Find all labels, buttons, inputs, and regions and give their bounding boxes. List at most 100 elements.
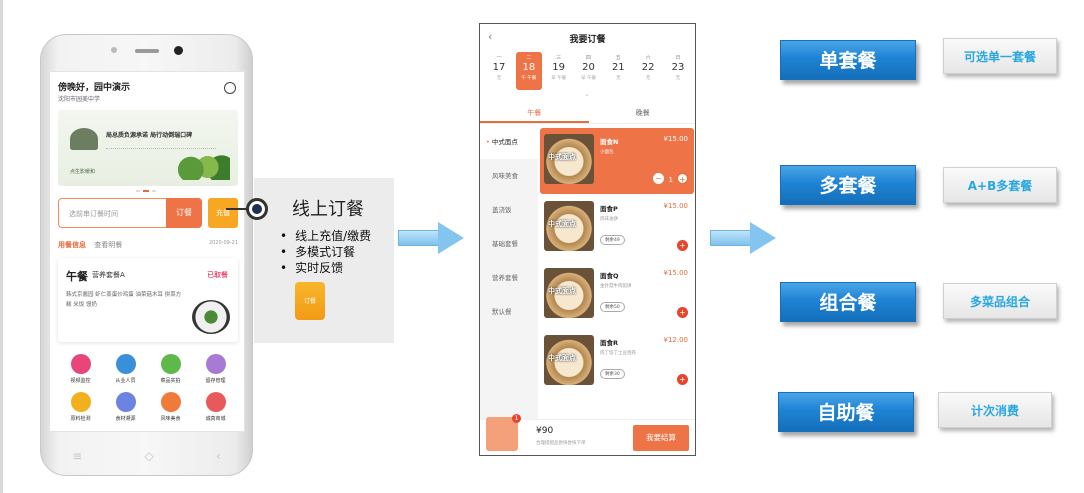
callout-bullets: 线上充值/缴费 多模式订餐 实时反馈 — [280, 228, 371, 276]
callout-bullet: 实时反馈 — [280, 260, 371, 276]
feature-label: 留存管理 — [205, 378, 226, 384]
package-combo-button: 组合餐 — [780, 282, 916, 322]
ingredient-test-icon — [70, 392, 91, 412]
food-item[interactable]: 中式面点 面食Q ¥15.00 金针菇牛肉馅饼 剩余50 + — [540, 262, 694, 328]
quantity: 1 — [668, 176, 673, 184]
feature-label: 原料检测 — [70, 416, 91, 422]
flow-arrow-icon — [710, 222, 778, 254]
food-name: 面食P — [600, 205, 618, 213]
package-single-button: 单套餐 — [780, 40, 916, 80]
feature-item[interactable]: 留存管理 — [193, 354, 238, 384]
meal-period: 午餐 — [66, 270, 88, 283]
meal-card[interactable]: 午餐 营养套餐A 已取餐 韩式京酱园 虾仁蒸蛋炒鸡蛋 油菜菇木耳 拼菜方糕 米饭… — [58, 258, 238, 342]
feature-item[interactable]: 从业人员 — [103, 354, 148, 384]
feature-item[interactable]: 菜品实拍 — [148, 354, 193, 384]
cart-note: 合理搭配品尝快尝快下单 — [536, 441, 586, 446]
school-name: 沈阳市园美中学 — [58, 96, 101, 103]
category-item[interactable]: 盖浇饭 — [480, 193, 538, 227]
feature-label: 从业人员 — [115, 378, 136, 384]
food-item[interactable]: 中式面点 面食P ¥15.00 风味油饼 剩余49 + — [540, 195, 694, 261]
greeting-text: 傍晚好，园中演示 — [58, 83, 131, 93]
date-item[interactable]: 六 22 无 — [635, 52, 661, 90]
feature-label: 菜品实拍 — [160, 378, 181, 384]
traceability-icon — [115, 392, 136, 412]
tab-view-meals[interactable]: 查看明餐 — [94, 241, 122, 249]
package-multi-button: 多套餐 — [780, 165, 916, 205]
food-desc: 风味油饼 — [600, 217, 618, 222]
menu-nav-icon[interactable]: ≡ — [72, 449, 82, 463]
order-time-placeholder: 选前串订餐时间 — [69, 210, 118, 218]
phone-navbar: ≡ ◇ ‹ — [41, 449, 252, 463]
checkout-button[interactable]: 我要结算 — [633, 425, 689, 451]
tab-dinner[interactable]: 晚餐 — [589, 104, 696, 123]
category-item[interactable]: 默认餐 — [480, 295, 538, 329]
plus-button[interactable]: + — [677, 240, 688, 251]
minus-button[interactable]: − — [653, 173, 664, 184]
package-combo-tag: 多菜品组合 — [943, 283, 1057, 319]
stock-badge: 剩余50 — [600, 302, 625, 312]
banner-pager — [136, 190, 156, 192]
package-buffet-button: 自助餐 — [778, 392, 914, 432]
cart-total: ¥90 — [536, 426, 554, 436]
tab-lunch[interactable]: 午餐 — [480, 104, 589, 123]
feature-label: 食材溯源 — [115, 416, 136, 422]
food-price: ¥15.00 — [663, 202, 689, 210]
date-item[interactable]: 五 21 无 — [605, 52, 631, 90]
food-image: 中式面点 — [544, 134, 594, 184]
food-image: 中式面点 — [544, 335, 594, 385]
feature-item[interactable]: 风味美食 — [148, 392, 193, 422]
recharge-button[interactable]: 充值 — [208, 198, 238, 228]
plus-button[interactable]: + — [677, 374, 688, 385]
category-item[interactable]: 风味美食 — [480, 159, 538, 193]
food-image: 中式面点 — [544, 268, 594, 318]
stock-badge: 剩余49 — [600, 235, 625, 245]
pager-dot — [152, 190, 156, 192]
date-item[interactable]: 四 20 早 午餐 — [575, 52, 601, 90]
date-item[interactable]: 日 23 无 — [665, 52, 691, 90]
callout-bullet: 线上充值/缴费 — [280, 228, 371, 244]
package-multi-tag: A+B多套餐 — [943, 167, 1057, 203]
feature-grid: 视频监控 从业人员 菜品实拍 留存管理 原料检测 食材溯源 风味美食 诚真商城 — [58, 354, 238, 422]
back-nav-icon[interactable]: ‹ — [216, 449, 221, 463]
date-item[interactable]: 一 17 无 — [486, 52, 512, 90]
pager-dot — [136, 190, 140, 192]
feature-item[interactable]: 诚真商城 — [193, 392, 238, 422]
banner-title: 局总质负源承诺 局行动倒瑞口碑 — [106, 132, 193, 139]
feature-item[interactable]: 食材溯源 — [103, 392, 148, 422]
meal-tabs: 午餐 晚餐 — [480, 104, 696, 124]
stock-badge: 剩余30 — [600, 369, 625, 379]
category-sidebar: 中式面点 风味美食 盖浇饭 基础套餐 营养套餐 默认餐 — [480, 125, 538, 421]
home-screen: 傍晚好，园中演示 沈阳市园美中学 局总质负源承诺 局行动倒瑞口碑 点生影暖和 选… — [49, 71, 245, 432]
category-item[interactable]: 基础套餐 — [480, 227, 538, 261]
food-desc: 金针菇牛肉馅饼 — [600, 284, 632, 289]
cart-icon[interactable] — [486, 414, 521, 451]
staff-icon — [115, 354, 136, 374]
feature-label: 诚真商城 — [205, 416, 226, 422]
feature-item[interactable]: 原料检测 — [58, 392, 103, 422]
video-monitor-icon — [70, 354, 91, 374]
category-item-active[interactable]: 中式面点 — [480, 125, 538, 159]
feature-label: 风味美食 — [160, 416, 181, 422]
phone-speaker — [135, 49, 159, 53]
tab-meal-info[interactable]: 用餐信息 — [58, 241, 86, 249]
plus-button[interactable]: + — [677, 173, 688, 184]
home-banner[interactable]: 局总质负源承诺 局行动倒瑞口碑 点生影暖和 — [58, 110, 238, 186]
local-food-icon — [160, 392, 181, 412]
callout-marker-icon — [246, 198, 268, 220]
profile-icon[interactable] — [224, 82, 236, 94]
date-item[interactable]: 三 19 早 午餐 — [546, 52, 572, 90]
flow-arrow-icon — [398, 222, 466, 254]
food-price: ¥15.00 — [663, 135, 689, 143]
chevron-down-icon[interactable]: ⌄ — [584, 90, 590, 98]
banner-logo-icon — [70, 128, 98, 150]
order-time-field[interactable]: 选前串订餐时间 订餐 — [58, 198, 202, 228]
home-nav-icon[interactable]: ◇ — [145, 449, 154, 463]
date-item-selected[interactable]: 二 18 午 午餐 — [515, 52, 542, 90]
feature-item[interactable]: 视频监控 — [58, 354, 103, 384]
food-item[interactable]: 中式面点 面食R ¥12.00 肉丁馅丁土豆烧卷 剩余30 + — [540, 329, 694, 395]
plus-button[interactable]: + — [677, 307, 688, 318]
phone-camera — [174, 46, 183, 55]
order-button[interactable]: 订餐 — [166, 198, 202, 228]
food-item[interactable]: 中式面点 面食N ¥15.00 小面包 − 1 + — [540, 128, 694, 194]
category-item[interactable]: 营养套餐 — [480, 261, 538, 295]
